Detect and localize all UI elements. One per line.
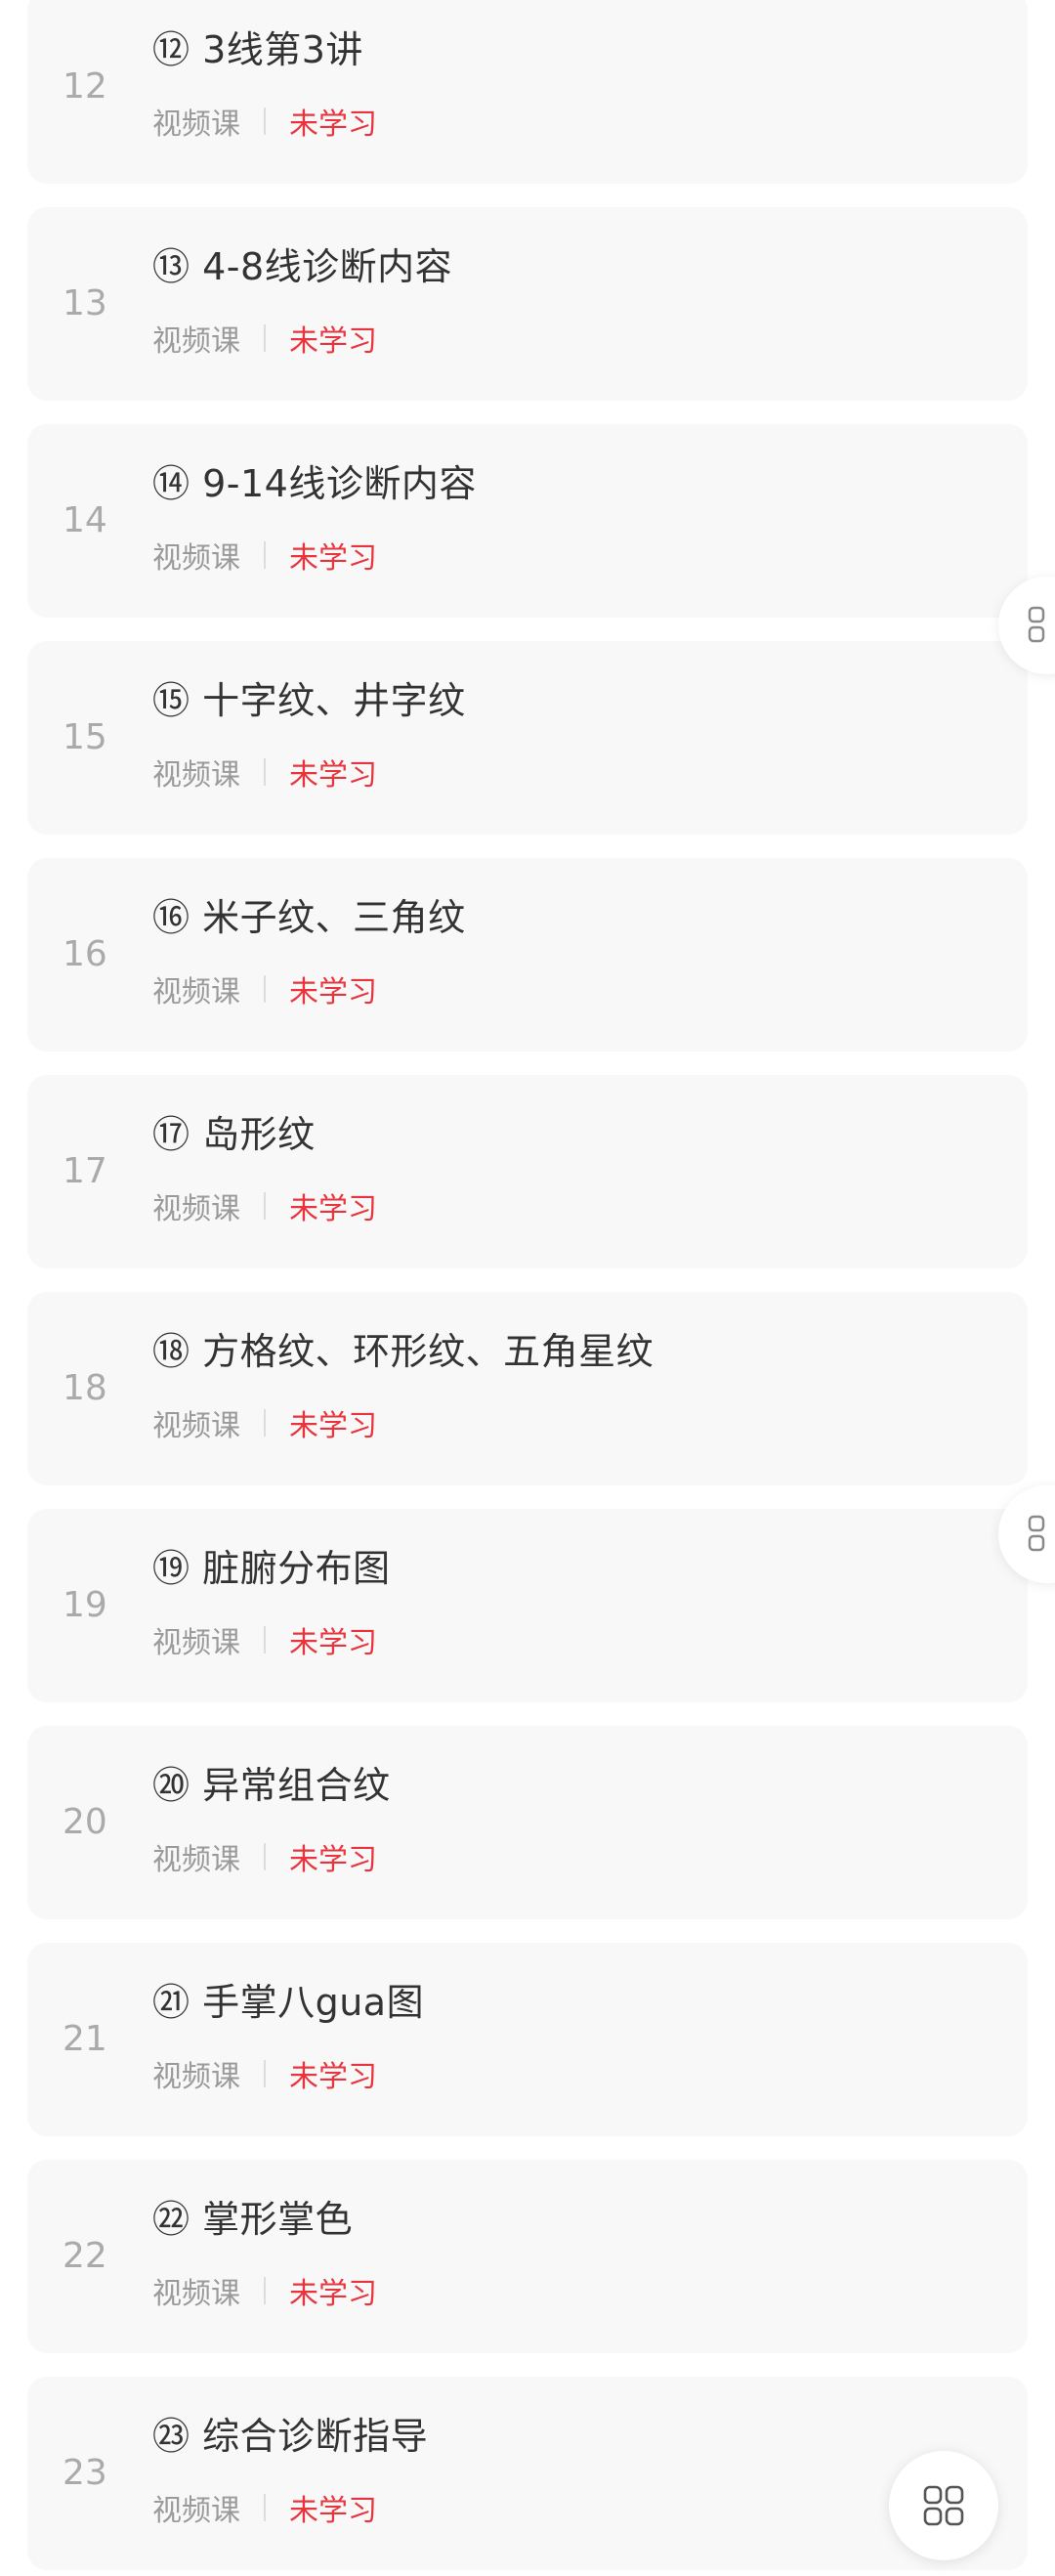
lesson-item[interactable]: 20 ⑳ 异常组合纹 视频课 未学习 [27,1726,1028,1919]
lesson-status-badge: 未学习 [289,541,377,576]
lesson-type-label: 视频课 [152,107,240,142]
meta-divider [264,1626,266,1653]
lesson-title: ⑭ 9-14线诊断内容 [152,462,477,505]
lesson-meta: 视频课 未学习 [152,534,377,577]
lesson-type-label: 视频课 [152,975,240,1009]
lesson-type-label: 视频课 [152,1192,240,1226]
lesson-meta: 视频课 未学习 [152,317,377,360]
lesson-index: 12 [63,66,107,107]
lesson-type-label: 视频课 [152,2060,240,2094]
lesson-title: ⑲ 脏腑分布图 [152,1547,391,1590]
lesson-index: 23 [63,2453,107,2493]
lesson-meta: 视频课 未学习 [152,751,377,794]
lesson-type-label: 视频课 [152,2494,240,2528]
lesson-status-badge: 未学习 [289,1409,377,1443]
meta-divider [264,2494,266,2521]
meta-divider [264,324,266,352]
lesson-index: 13 [63,283,107,323]
meta-divider [264,2060,266,2087]
lesson-title: ⑯ 米子纹、三角纹 [152,896,466,939]
lesson-status-badge: 未学习 [289,324,377,359]
lesson-item[interactable]: 17 ⑰ 岛形纹 视频课 未学习 [27,1075,1028,1268]
lesson-index: 22 [63,2236,107,2276]
lesson-title: ⑬ 4-8线诊断内容 [152,245,453,288]
meta-divider [264,975,266,1003]
meta-divider [264,1192,266,1220]
lesson-item[interactable]: 21 ㉑ 手掌八gua图 视频课 未学习 [27,1943,1028,2136]
lesson-status-badge: 未学习 [289,1626,377,1660]
lesson-title: ㉑ 手掌八gua图 [152,1981,425,2024]
lesson-item[interactable]: 12 ⑫ 3线第3讲 视频课 未学习 [27,0,1028,184]
lesson-meta: 视频课 未学习 [152,1618,377,1661]
lesson-type-label: 视频课 [152,1409,240,1443]
lesson-title: ⑮ 十字纹、井字纹 [152,679,466,722]
lesson-index: 20 [63,1802,107,1842]
lesson-meta: 视频课 未学习 [152,2486,377,2529]
lesson-status-badge: 未学习 [289,1843,377,1877]
lesson-index: 14 [63,500,107,540]
meta-divider [264,2277,266,2304]
meta-divider [264,1843,266,1870]
lesson-status-badge: 未学习 [289,1192,377,1226]
lesson-title: ⑰ 岛形纹 [152,1113,316,1156]
lesson-item[interactable]: 19 ⑲ 脏腑分布图 视频课 未学习 [27,1509,1028,1702]
lesson-type-label: 视频课 [152,1626,240,1660]
lesson-type-label: 视频课 [152,2277,240,2311]
meta-divider [264,758,266,786]
lesson-status-badge: 未学习 [289,2494,377,2528]
lesson-type-label: 视频课 [152,541,240,576]
lesson-title: ⑫ 3线第3讲 [152,28,363,71]
lesson-type-label: 视频课 [152,324,240,359]
lesson-status-badge: 未学习 [289,2277,377,2311]
lesson-meta: 视频课 未学习 [152,2052,377,2095]
lesson-title: ⑳ 异常组合纹 [152,1764,391,1807]
lesson-type-label: 视频课 [152,758,240,793]
lesson-index: 18 [63,1368,107,1408]
lesson-item[interactable]: 18 ⑱ 方格纹、环形纹、五角星纹 视频课 未学习 [27,1292,1028,1485]
lesson-item[interactable]: 16 ⑯ 米子纹、三角纹 视频课 未学习 [27,858,1028,1052]
lesson-index: 15 [63,717,107,757]
meta-divider [264,1409,266,1437]
lesson-meta: 视频课 未学习 [152,1184,377,1227]
lesson-title: ㉓ 综合诊断指导 [152,2415,429,2458]
lesson-item[interactable]: 22 ㉒ 掌形掌色 视频课 未学习 [27,2160,1028,2353]
lesson-title: ⑱ 方格纹、环形纹、五角星纹 [152,1330,654,1373]
lesson-index: 17 [63,1151,107,1191]
lesson-item[interactable]: 23 ㉓ 综合诊断指导 视频课 未学习 [27,2377,1028,2570]
lesson-list-page: 12 ⑫ 3线第3讲 视频课 未学习 13 ⑬ 4-8线诊断内容 视频课 未学习… [0,0,1055,2576]
lesson-type-label: 视频课 [152,1843,240,1877]
lesson-title: ㉒ 掌形掌色 [152,2198,354,2241]
lesson-meta: 视频课 未学习 [152,100,377,143]
lesson-status-badge: 未学习 [289,758,377,793]
lesson-item[interactable]: 15 ⑮ 十字纹、井字纹 视频课 未学习 [27,641,1028,835]
lesson-item[interactable]: 14 ⑭ 9-14线诊断内容 视频课 未学习 [27,424,1028,618]
lesson-meta: 视频课 未学习 [152,2269,377,2312]
grid-icon [1028,1515,1045,1552]
lesson-index: 21 [63,2019,107,2059]
lesson-status-badge: 未学习 [289,107,377,142]
lesson-index: 16 [63,934,107,974]
lesson-status-badge: 未学习 [289,975,377,1009]
lesson-index: 19 [63,1585,107,1625]
lesson-status-badge: 未学习 [289,2060,377,2094]
meta-divider [264,541,266,569]
lesson-meta: 视频课 未学习 [152,1401,377,1444]
floating-menu-button[interactable] [889,2451,998,2560]
lesson-item[interactable]: 13 ⑬ 4-8线诊断内容 视频课 未学习 [27,207,1028,401]
grid-icon [1028,606,1045,643]
lesson-meta: 视频课 未学习 [152,1835,377,1878]
grid-icon [923,2485,964,2526]
meta-divider [264,107,266,135]
lesson-meta: 视频课 未学习 [152,967,377,1010]
